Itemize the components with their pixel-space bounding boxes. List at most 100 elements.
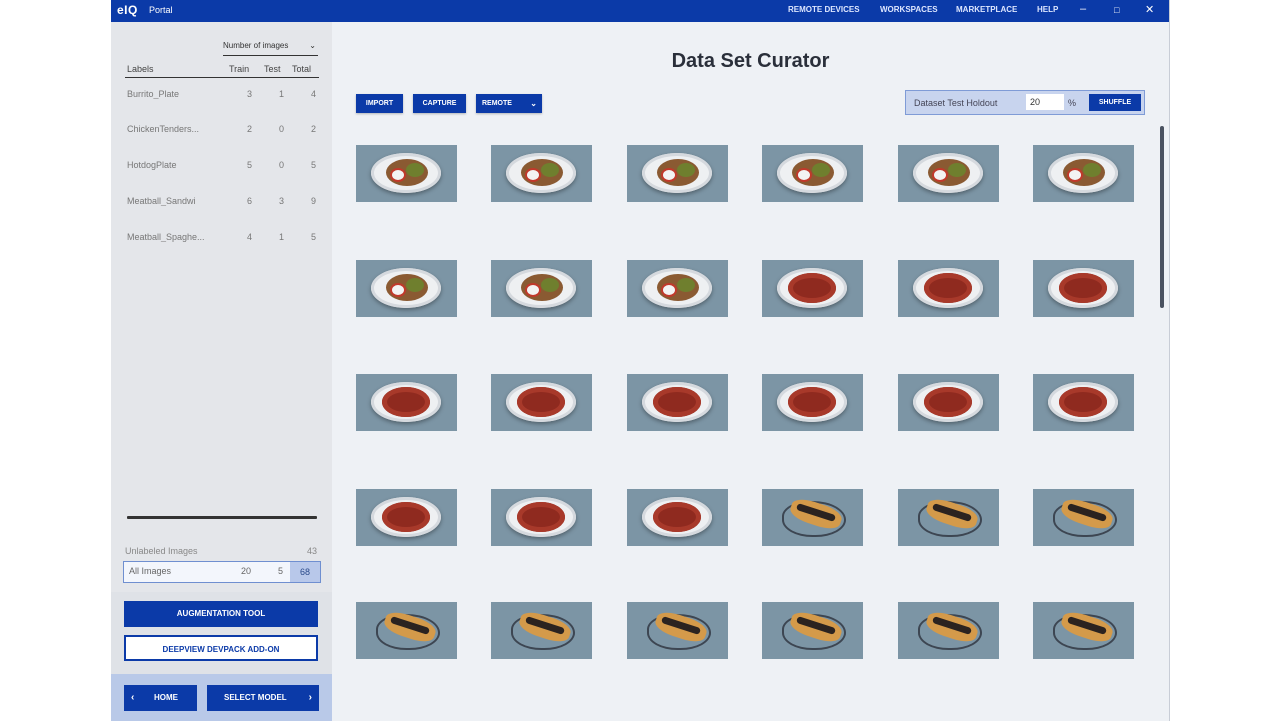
food-detail-shape (406, 163, 424, 177)
image-thumbnail[interactable] (491, 145, 592, 202)
chevron-left-icon: ‹ (131, 692, 135, 703)
label-name: Meatball_Spaghe... (127, 232, 205, 242)
image-thumbnail[interactable] (898, 374, 999, 431)
all-images-train: 20 (241, 566, 252, 576)
minimize-icon[interactable]: – (1080, 3, 1086, 15)
image-thumbnail[interactable] (491, 260, 592, 317)
food-detail-shape (1083, 163, 1101, 177)
label-test-count: 0 (279, 160, 285, 170)
food-detail-shape (934, 170, 946, 180)
shuffle-button[interactable]: SHUFFLE (1089, 94, 1141, 111)
food-shape (382, 387, 430, 417)
label-total-count: 5 (311, 160, 317, 170)
image-thumbnail[interactable] (898, 260, 999, 317)
image-thumbnail[interactable] (898, 602, 999, 659)
select-model-label: SELECT MODEL (224, 693, 287, 702)
food-detail-shape (406, 278, 424, 292)
image-thumbnail[interactable] (627, 145, 728, 202)
image-thumbnail[interactable] (898, 489, 999, 546)
image-thumbnail[interactable] (627, 602, 728, 659)
food-detail-shape (663, 170, 675, 180)
image-thumbnail[interactable] (627, 374, 728, 431)
food-detail-shape (812, 163, 830, 177)
food-detail-shape (392, 170, 404, 180)
image-thumbnail[interactable] (1033, 145, 1134, 202)
maximize-icon[interactable]: □ (1114, 5, 1119, 15)
close-icon[interactable]: ✕ (1145, 3, 1154, 16)
label-test-count: 3 (279, 196, 285, 206)
augmentation-tool-button[interactable]: AUGMENTATION TOOL (124, 601, 318, 627)
image-thumbnail[interactable] (762, 489, 863, 546)
image-thumbnail[interactable] (627, 489, 728, 546)
image-thumbnail[interactable] (356, 260, 457, 317)
food-detail-shape (677, 163, 695, 177)
label-row[interactable]: Meatball_Spaghe... 4 1 5 (111, 232, 332, 252)
food-shape (788, 273, 836, 303)
food-detail-shape (527, 285, 539, 295)
food-detail-shape (541, 163, 559, 177)
scrollbar-thumb[interactable] (1160, 126, 1164, 308)
food-detail-shape (677, 278, 695, 292)
test-holdout-input[interactable] (1026, 94, 1064, 110)
label-row[interactable]: Meatball_Sandwi 6 3 9 (111, 196, 332, 216)
header-divider (125, 77, 319, 78)
label-train-count: 3 (247, 89, 253, 99)
label-train-count: 5 (247, 160, 253, 170)
image-thumbnail[interactable] (762, 145, 863, 202)
select-model-button[interactable]: SELECT MODEL › (207, 685, 319, 711)
section-divider (127, 516, 317, 519)
image-thumbnail[interactable] (356, 145, 457, 202)
unlabeled-images-label: Unlabeled Images (125, 546, 198, 556)
food-detail-shape (663, 285, 675, 295)
image-thumbnail[interactable] (1033, 602, 1134, 659)
label-name: ChickenTenders... (127, 124, 200, 134)
column-header-total: Total (292, 64, 312, 74)
unlabeled-images-row[interactable]: Unlabeled Images 43 (125, 546, 319, 556)
image-thumbnail[interactable] (356, 602, 457, 659)
remote-button-label: REMOTE (482, 100, 512, 107)
label-name: Meatball_Sandwi (127, 196, 196, 206)
label-row[interactable]: Burrito_Plate 3 1 4 (111, 89, 332, 109)
import-button[interactable]: IMPORT (356, 94, 403, 113)
sort-select-value: Number of images (223, 41, 289, 50)
main-panel: Data Set Curator IMPORT CAPTURE REMOTE ⌄… (332, 22, 1169, 721)
image-thumbnail[interactable] (898, 145, 999, 202)
capture-button[interactable]: CAPTURE (413, 94, 466, 113)
label-row[interactable]: HotdogPlate 5 0 5 (111, 160, 332, 180)
food-shape (924, 273, 972, 303)
nav-workspaces[interactable]: WORKSPACES (880, 5, 938, 14)
nav-help[interactable]: HELP (1037, 5, 1058, 14)
image-thumbnail[interactable] (762, 260, 863, 317)
label-panel: Number of images ⌄ Labels Train Test Tot… (111, 22, 332, 592)
all-images-total: 68 (290, 562, 320, 582)
image-thumbnail[interactable] (627, 260, 728, 317)
food-shape (517, 502, 565, 532)
nav-remote-devices[interactable]: REMOTE DEVICES (788, 5, 860, 14)
test-holdout-control: Dataset Test Holdout % SHUFFLE (905, 90, 1145, 115)
sort-select[interactable]: Number of images ⌄ (223, 41, 318, 56)
food-shape (1059, 273, 1107, 303)
label-row[interactable]: ChickenTenders... 2 0 2 (111, 124, 332, 144)
image-thumbnail[interactable] (491, 489, 592, 546)
image-thumbnail[interactable] (1033, 489, 1134, 546)
food-detail-shape (541, 278, 559, 292)
label-total-count: 4 (311, 89, 317, 99)
image-thumbnail[interactable] (1033, 374, 1134, 431)
label-name: HotdogPlate (127, 160, 177, 170)
image-thumbnail[interactable] (1033, 260, 1134, 317)
image-thumbnail[interactable] (491, 602, 592, 659)
image-thumbnail[interactable] (491, 374, 592, 431)
image-thumbnail[interactable] (356, 489, 457, 546)
all-images-row[interactable]: All Images 20 5 68 (123, 561, 321, 583)
chevron-down-icon: ⌄ (530, 99, 537, 108)
image-thumbnail[interactable] (356, 374, 457, 431)
home-button[interactable]: ‹ HOME (124, 685, 197, 711)
image-thumbnail[interactable] (762, 374, 863, 431)
food-detail-shape (948, 163, 966, 177)
label-test-count: 1 (279, 89, 285, 99)
deepview-devpack-button[interactable]: DEEPVIEW DEVPACK ADD-ON (124, 635, 318, 661)
column-header-train: Train (229, 64, 250, 74)
nav-marketplace[interactable]: MARKETPLACE (956, 5, 1017, 14)
remote-button[interactable]: REMOTE ⌄ (476, 94, 542, 113)
image-thumbnail[interactable] (762, 602, 863, 659)
